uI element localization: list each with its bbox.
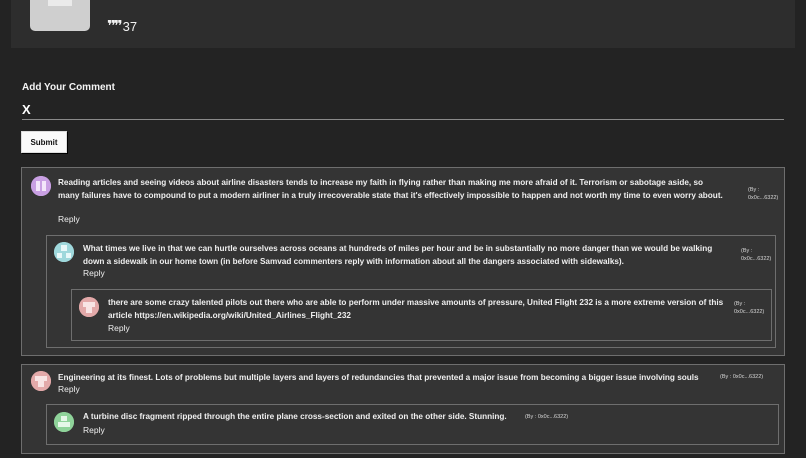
avatar	[54, 242, 74, 262]
comment-reply: there are some crazy talented pilots out…	[71, 289, 772, 341]
avatar-pattern-icon	[31, 176, 51, 196]
avatar-pattern-icon	[31, 371, 51, 391]
comment-author: (By : 0x0c...6322)	[748, 187, 779, 201]
comment-text: A turbine disc fragment ripped through t…	[83, 412, 507, 421]
quote-icon: ❞❞	[107, 17, 123, 35]
comment-text: there are some crazy talented pilots out…	[108, 298, 724, 320]
avatar	[31, 371, 51, 391]
reply-link[interactable]: Reply	[83, 268, 105, 278]
comment-text: What times we live in that we can hurtle…	[83, 244, 713, 266]
comment-thread: Reading articles and seeing videos about…	[21, 167, 785, 356]
comment-reply: A turbine disc fragment ripped through t…	[46, 404, 779, 445]
post-thumbnail[interactable]	[30, 0, 90, 31]
comment-count: ❞❞ 37	[107, 17, 137, 35]
comment-count-value: 37	[122, 18, 138, 34]
comment-author: (By : 0x0c...6322)	[720, 374, 764, 380]
comment-author: (By : 0x0c...6322)	[741, 248, 772, 262]
avatar-pattern-icon	[54, 242, 74, 262]
avatar	[31, 176, 51, 196]
avatar-pattern-icon	[79, 297, 99, 317]
comment-text: Engineering at its finest. Lots of probl…	[58, 373, 699, 382]
comment-author: (By : 0x0c...6322)	[734, 301, 765, 315]
avatar	[79, 297, 99, 317]
comment-text: Reading articles and seeing videos about…	[58, 178, 723, 200]
post-card: ❞❞ 37	[11, 0, 795, 48]
submit-button[interactable]: Submit	[21, 131, 67, 153]
reply-link[interactable]: Reply	[108, 323, 130, 333]
reply-link[interactable]: Reply	[58, 384, 80, 394]
reply-link[interactable]: Reply	[83, 425, 105, 435]
comment-author: (By : 0x0c...6322)	[525, 414, 569, 420]
avatar	[54, 412, 74, 432]
avatar-pattern-icon	[54, 412, 74, 432]
comment-thread: Engineering at its finest. Lots of probl…	[21, 364, 785, 454]
reply-link[interactable]: Reply	[58, 214, 80, 224]
add-comment-label: Add Your Comment	[22, 82, 115, 93]
comment-input[interactable]	[22, 100, 784, 120]
comment-reply: What times we live in that we can hurtle…	[46, 235, 776, 348]
